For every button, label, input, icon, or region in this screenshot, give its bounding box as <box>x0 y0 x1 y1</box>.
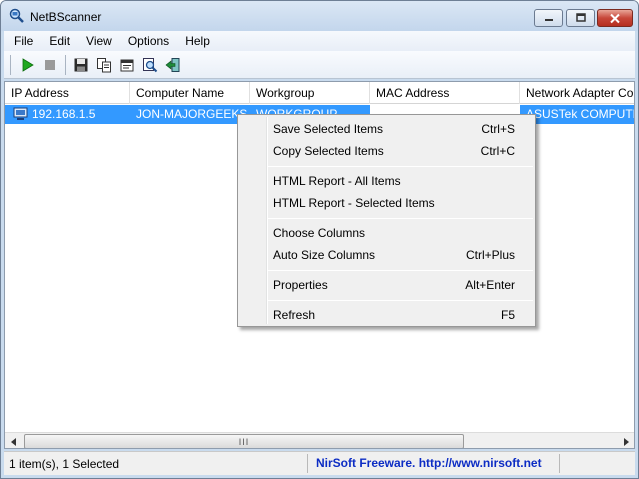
menu-item-html-report-selected[interactable]: HTML Report - Selected Items <box>240 192 533 214</box>
menu-item-auto-size-columns[interactable]: Auto Size Columns Ctrl+Plus <box>240 244 533 266</box>
cell-computer-name: JON-MAJORGEEKS <box>130 105 250 124</box>
horizontal-scrollbar[interactable]: III <box>5 432 634 448</box>
toolbar-separator <box>65 55 66 75</box>
list-header: IP Address Computer Name Workgroup MAC A… <box>5 82 634 104</box>
maximize-icon <box>575 13 586 22</box>
menu-view[interactable]: View <box>76 31 118 51</box>
save-button[interactable] <box>72 56 90 74</box>
start-scan-button[interactable] <box>18 56 36 74</box>
app-icon <box>9 8 25 24</box>
menu-item-refresh[interactable]: Refresh F5 <box>240 304 533 326</box>
find-button[interactable] <box>141 56 159 74</box>
menu-item-choose-columns[interactable]: Choose Columns <box>240 222 533 244</box>
copy-button[interactable] <box>95 56 113 74</box>
menu-item-properties[interactable]: Properties Alt+Enter <box>240 274 533 296</box>
menu-item-copy-selected[interactable]: Copy Selected Items Ctrl+C <box>240 140 533 162</box>
play-icon <box>22 58 34 72</box>
minimize-button[interactable] <box>534 9 563 27</box>
arrow-right-icon <box>623 437 629 446</box>
minimize-icon <box>544 19 553 21</box>
stop-icon <box>45 60 55 70</box>
cell-network-adapter: ASUSTek COMPUTE <box>520 105 634 124</box>
menu-item-label: Refresh <box>273 308 316 322</box>
menu-separator <box>268 300 533 301</box>
scroll-right-button[interactable] <box>617 433 634 448</box>
menu-separator <box>268 270 533 271</box>
nirsoft-link[interactable]: NirSoft Freeware. http://www.nirsoft.net <box>316 456 542 470</box>
context-menu: Save Selected Items Ctrl+S Copy Selected… <box>237 114 536 327</box>
menu-options[interactable]: Options <box>118 31 175 51</box>
properties-button[interactable] <box>118 56 136 74</box>
maximize-button[interactable] <box>566 9 595 27</box>
menu-item-label: HTML Report - All Items <box>273 174 401 188</box>
close-button[interactable] <box>597 9 633 27</box>
menu-item-label: HTML Report - Selected Items <box>273 196 435 210</box>
find-icon <box>143 58 158 73</box>
column-header-workgroup[interactable]: Workgroup <box>250 82 370 104</box>
window-title: NetBScanner <box>30 10 102 24</box>
menu-separator <box>268 166 533 167</box>
copy-icon <box>97 58 111 73</box>
menu-item-label: Properties <box>273 278 328 292</box>
status-separator <box>307 454 308 473</box>
toolbar <box>4 51 635 79</box>
title-bar[interactable]: NetBScanner <box>1 1 638 31</box>
menu-file[interactable]: File <box>4 31 39 51</box>
arrow-left-icon <box>10 437 16 446</box>
scrollbar-grip: III <box>238 436 250 447</box>
menu-help[interactable]: Help <box>175 31 216 51</box>
column-header-mac-address[interactable]: MAC Address <box>370 82 520 104</box>
status-item-count: 1 item(s), 1 Selected <box>9 457 120 471</box>
column-header-ip-address[interactable]: IP Address <box>5 82 130 104</box>
menu-item-shortcut: Ctrl+C <box>480 144 515 158</box>
save-icon <box>74 58 88 72</box>
status-separator <box>559 454 560 473</box>
status-bar: 1 item(s), 1 Selected NirSoft Freeware. … <box>4 451 635 475</box>
menu-item-shortcut: Ctrl+Plus <box>465 248 515 262</box>
stop-scan-button[interactable] <box>41 56 59 74</box>
exit-button[interactable] <box>164 56 182 74</box>
menu-item-shortcut: F5 <box>500 308 515 322</box>
menu-item-shortcut: Alt+Enter <box>465 278 515 292</box>
menu-item-shortcut: Ctrl+S <box>481 122 515 136</box>
scrollbar-thumb[interactable]: III <box>24 434 464 448</box>
close-icon <box>610 13 620 23</box>
menu-item-html-report-all[interactable]: HTML Report - All Items <box>240 170 533 192</box>
menu-separator <box>268 218 533 219</box>
menu-item-label: Copy Selected Items <box>273 144 384 158</box>
column-header-network-adapter[interactable]: Network Adapter Co <box>520 82 634 104</box>
menu-item-save-selected[interactable]: Save Selected Items Ctrl+S <box>240 118 533 140</box>
column-header-computer-name[interactable]: Computer Name <box>130 82 250 104</box>
properties-icon <box>120 59 134 72</box>
menu-bar: File Edit View Options Help <box>4 31 635 51</box>
computer-icon <box>13 107 29 122</box>
menu-item-label: Choose Columns <box>273 226 366 240</box>
toolbar-separator <box>10 55 11 75</box>
exit-icon <box>165 58 180 72</box>
menu-edit[interactable]: Edit <box>39 31 76 51</box>
menu-item-label: Save Selected Items <box>273 122 384 136</box>
scroll-left-button[interactable] <box>5 433 22 448</box>
menu-item-label: Auto Size Columns <box>273 248 376 262</box>
